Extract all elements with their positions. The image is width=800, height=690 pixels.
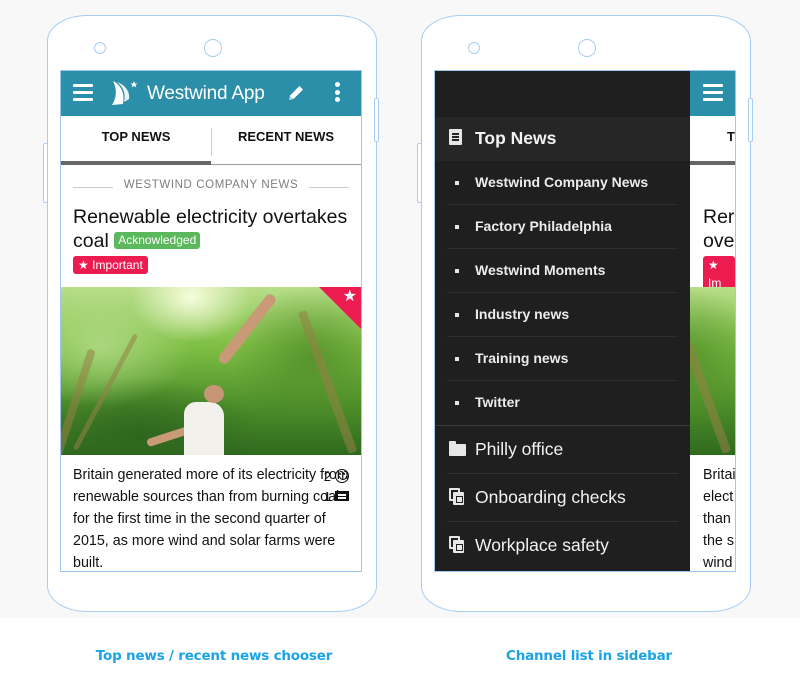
article-summary: Britai elect than the s wind [703,464,736,571]
sidebar-drawer: Top News Westwind Company News Factory P… [435,71,690,571]
section-heading-text: WESTWIND COMPANY NEWS [123,179,299,191]
newspaper-icon [449,129,462,145]
menu-icon[interactable] [703,84,723,102]
checklist-doc-icon [449,488,464,505]
bullet-icon [455,357,459,361]
mockup-stage: Westwind App TOP NEWS RECENT NEWS WESTWI… [0,0,800,618]
phone-side-button [748,98,753,142]
phone-side-button [374,98,379,142]
comments-counter[interactable]: 1 [309,486,349,506]
bullet-icon [455,225,459,229]
edit-pencil-icon[interactable] [286,83,306,103]
tab-top-news[interactable]: TOP NEWS [61,116,211,164]
caption-channel-list: Channel list in sidebar [505,648,673,664]
article-reactions: 2 1 [309,466,349,506]
comments-count: 1 [323,488,331,504]
important-badge: ★ Important [73,256,148,274]
phone-camera [204,39,222,57]
divider-line [309,187,349,188]
star-icon: ★ [342,288,357,305]
sidebar-item-label: Industry news [475,306,570,322]
likes-count: 2 [323,468,331,484]
app-bar: Westwind App [61,71,361,116]
image-figure-head [204,385,224,403]
sidebar-item-label: Onboarding checks [475,487,626,507]
phone-sensor [468,42,480,54]
active-tab-indicator [61,161,211,165]
article-title-fragment: ove [703,230,735,252]
sidebar-item-label: Twitter [475,394,520,410]
sidebar-item-factory-philadelphia[interactable]: Factory Philadelphia [435,205,690,249]
sidebar-item-label: Training news [475,350,569,366]
smiley-icon [335,469,349,483]
folder-icon [449,441,466,456]
sidebar-item-westwind-company-news[interactable]: Westwind Company News [435,161,690,205]
section-heading: WESTWIND COMPANY NEWS [73,179,349,195]
sidebar-item-westwind-moments[interactable]: Westwind Moments [435,249,690,293]
westwind-logo-icon [112,81,138,105]
sidebar-item-twitter[interactable]: Twitter [435,381,690,425]
sidebar-item-onboarding-checks[interactable]: Onboarding checks [435,474,690,522]
article-title[interactable]: Renewable electricity overtakes coal Ack… [73,205,353,253]
sidebar-section-label: Top News [475,128,557,148]
summary-fragment: wind [703,555,733,571]
important-badge-label: Important [92,258,143,272]
likes-counter[interactable]: 2 [309,466,349,486]
summary-fragment: Britai [703,467,736,483]
star-icon: ★ [78,258,89,272]
menu-icon[interactable] [73,84,93,102]
sidebar-section-top-news[interactable]: Top News [435,117,690,161]
comment-icon [335,491,349,501]
bullet-icon [455,181,459,185]
summary-fragment: the s [703,533,734,549]
phone-mockup-sidebar: T Rer ove ★ Im Britai elect than the s w… [417,15,753,612]
bullet-icon [455,269,459,273]
phone-sensor [94,42,106,54]
news-tabs: TOP NEWS RECENT NEWS [61,116,361,165]
sidebar-item-label: Westwind Moments [475,262,606,278]
article-image[interactable]: ★ [61,287,361,455]
article-title-fragment: Rer [703,206,735,228]
bullet-icon [455,313,459,317]
star-icon: ★ [708,258,719,272]
phone-side-button [417,143,422,203]
sidebar-item-label: Workplace safety [475,535,609,555]
tab-top-news[interactable]: T [727,116,735,164]
summary-fragment: elect [703,489,734,505]
sidebar-item-philly-office[interactable]: Philly office [435,426,690,474]
tree-trunk [297,309,358,455]
app-screen: T Rer ove ★ Im Britai elect than the s w… [434,70,736,572]
article-summary-text: Britain generated more of its electricit… [73,467,349,571]
image-figure-arm [216,292,278,366]
phone-camera [578,39,596,57]
sidebar-item-label: Factory Philadelphia [475,218,612,234]
tree-trunk [72,333,139,451]
tab-recent-news[interactable]: RECENT NEWS [211,116,361,164]
acknowledged-badge: Acknowledged [114,232,201,249]
sidebar-item-training-news[interactable]: Training news [435,337,690,381]
sidebar-item-industry-news[interactable]: Industry news [435,293,690,337]
sidebar-item-label: Philly office [475,439,564,459]
checklist-doc-icon [449,536,464,553]
more-vert-icon[interactable] [333,82,341,104]
sidebar-item-workplace-safety[interactable]: Workplace safety [435,522,690,570]
phone-side-button [43,143,48,203]
article-title[interactable]: Rer ove [703,205,735,253]
sidebar-item-label: Westwind Company News [475,174,649,190]
bullet-icon [455,401,459,405]
image-figure [184,402,224,455]
summary-fragment: than [703,511,731,527]
caption-top-news-chooser: Top news / recent news chooser [95,648,333,664]
app-title: Westwind App [147,83,265,104]
phone-mockup-top-news: Westwind App TOP NEWS RECENT NEWS WESTWI… [43,15,379,612]
app-screen: Westwind App TOP NEWS RECENT NEWS WESTWI… [60,70,362,572]
